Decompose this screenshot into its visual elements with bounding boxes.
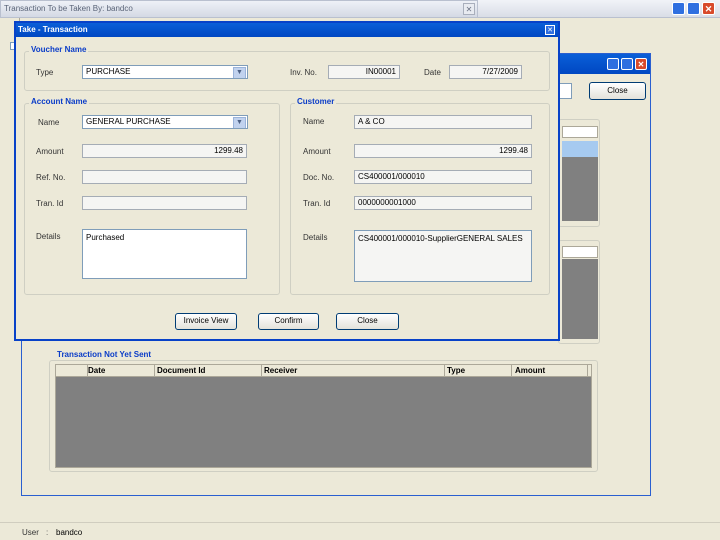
column-receiver[interactable]: Receiver bbox=[261, 365, 445, 377]
type-label: Type bbox=[36, 68, 54, 77]
inv-no-field: IN00001 bbox=[328, 65, 400, 79]
chevron-down-icon[interactable]: ▼ bbox=[233, 67, 246, 78]
account-group-label: Account Name bbox=[29, 97, 90, 106]
chevron-down-icon[interactable]: ▼ bbox=[233, 117, 246, 128]
customer-group-label: Customer bbox=[295, 97, 337, 106]
confirm-button[interactable]: Confirm bbox=[258, 313, 319, 330]
maximize-icon[interactable] bbox=[687, 2, 700, 15]
date-label: Date bbox=[424, 68, 441, 77]
date-field: 7/27/2009 bbox=[449, 65, 522, 79]
column-document-id[interactable]: Document Id bbox=[154, 365, 262, 377]
doc-no-field: CS400001/000010 bbox=[354, 170, 532, 184]
customer-tran-id-field: 0000000001000 bbox=[354, 196, 532, 210]
status-bar: User : bandco bbox=[0, 522, 720, 540]
invoice-view-button[interactable]: Invoice View bbox=[175, 313, 237, 330]
middle-list-body bbox=[562, 259, 598, 339]
account-details-textarea[interactable]: Purchased bbox=[82, 229, 247, 279]
dialog-title: Take - Transaction bbox=[18, 25, 88, 34]
customer-name-label: Name bbox=[303, 117, 325, 126]
middle-close-icon[interactable]: ✕ bbox=[635, 58, 647, 70]
grid-row-header-cell bbox=[56, 365, 88, 377]
account-name-value: GENERAL PURCHASE bbox=[86, 117, 171, 126]
upper-list-header bbox=[562, 126, 598, 138]
account-tran-id-label: Tran. Id bbox=[36, 199, 64, 208]
customer-name-field: A & CO bbox=[354, 115, 532, 129]
minimize-icon[interactable] bbox=[672, 2, 685, 15]
ref-no-label: Ref. No. bbox=[36, 173, 66, 182]
column-type[interactable]: Type bbox=[444, 365, 512, 377]
column-date[interactable]: Date bbox=[85, 365, 155, 377]
middle-maximize-icon[interactable] bbox=[621, 58, 633, 70]
account-tran-id-field[interactable] bbox=[82, 196, 247, 210]
account-name-select[interactable]: GENERAL PURCHASE ▼ bbox=[82, 115, 248, 129]
customer-details-textarea[interactable]: CS400001/000010-SupplierGENERAL SALES bbox=[354, 230, 532, 282]
type-select[interactable]: PURCHASE ▼ bbox=[82, 65, 248, 79]
customer-amount-label: Amount bbox=[303, 147, 331, 156]
close-window-icon[interactable]: ✕ bbox=[702, 2, 715, 15]
doc-no-label: Doc. No. bbox=[303, 173, 335, 182]
customer-details-label: Details bbox=[303, 233, 328, 242]
voucher-group-label: Voucher Name bbox=[29, 45, 89, 54]
customer-amount-field: 1299.48 bbox=[354, 144, 532, 158]
status-separator: : bbox=[46, 528, 49, 537]
not-sent-group-label: Transaction Not Yet Sent bbox=[55, 350, 154, 359]
account-amount-label: Amount bbox=[36, 147, 64, 156]
inv-no-label: Inv. No. bbox=[290, 68, 317, 77]
type-select-value: PURCHASE bbox=[86, 67, 131, 76]
not-sent-grid: Date Document Id Receiver Type Amount bbox=[55, 364, 592, 468]
middle-minimize-icon[interactable] bbox=[607, 58, 619, 70]
not-sent-grid-header: Date Document Id Receiver Type Amount bbox=[56, 365, 591, 377]
status-user-label: User bbox=[22, 528, 39, 537]
upper-list-selected-row[interactable] bbox=[562, 141, 598, 157]
upper-list-body bbox=[562, 157, 598, 221]
customer-tran-id-label: Tran. Id bbox=[303, 199, 331, 208]
close-button[interactable]: Close bbox=[336, 313, 399, 330]
dialog-close-icon[interactable]: ✕ bbox=[545, 25, 555, 35]
middle-list-header bbox=[562, 246, 598, 258]
back-window-title: Transaction To be Taken By: bandco bbox=[4, 4, 133, 13]
ref-no-field[interactable] bbox=[82, 170, 247, 184]
status-user-value: bandco bbox=[56, 528, 83, 537]
column-amount[interactable]: Amount bbox=[512, 365, 588, 377]
back-window-close-icon[interactable]: ✕ bbox=[463, 3, 475, 15]
account-name-label: Name bbox=[38, 118, 60, 127]
account-amount-field: 1299.48 bbox=[82, 144, 247, 158]
back-window-titlebar: Transaction To be Taken By: bandco ✕ bbox=[0, 0, 478, 18]
dialog-titlebar: Take - Transaction ✕ bbox=[16, 23, 558, 37]
take-transaction-dialog: Take - Transaction ✕ Voucher Name Type P… bbox=[14, 21, 560, 341]
account-details-label: Details bbox=[36, 232, 61, 241]
middle-close-button[interactable]: Close bbox=[589, 82, 646, 100]
